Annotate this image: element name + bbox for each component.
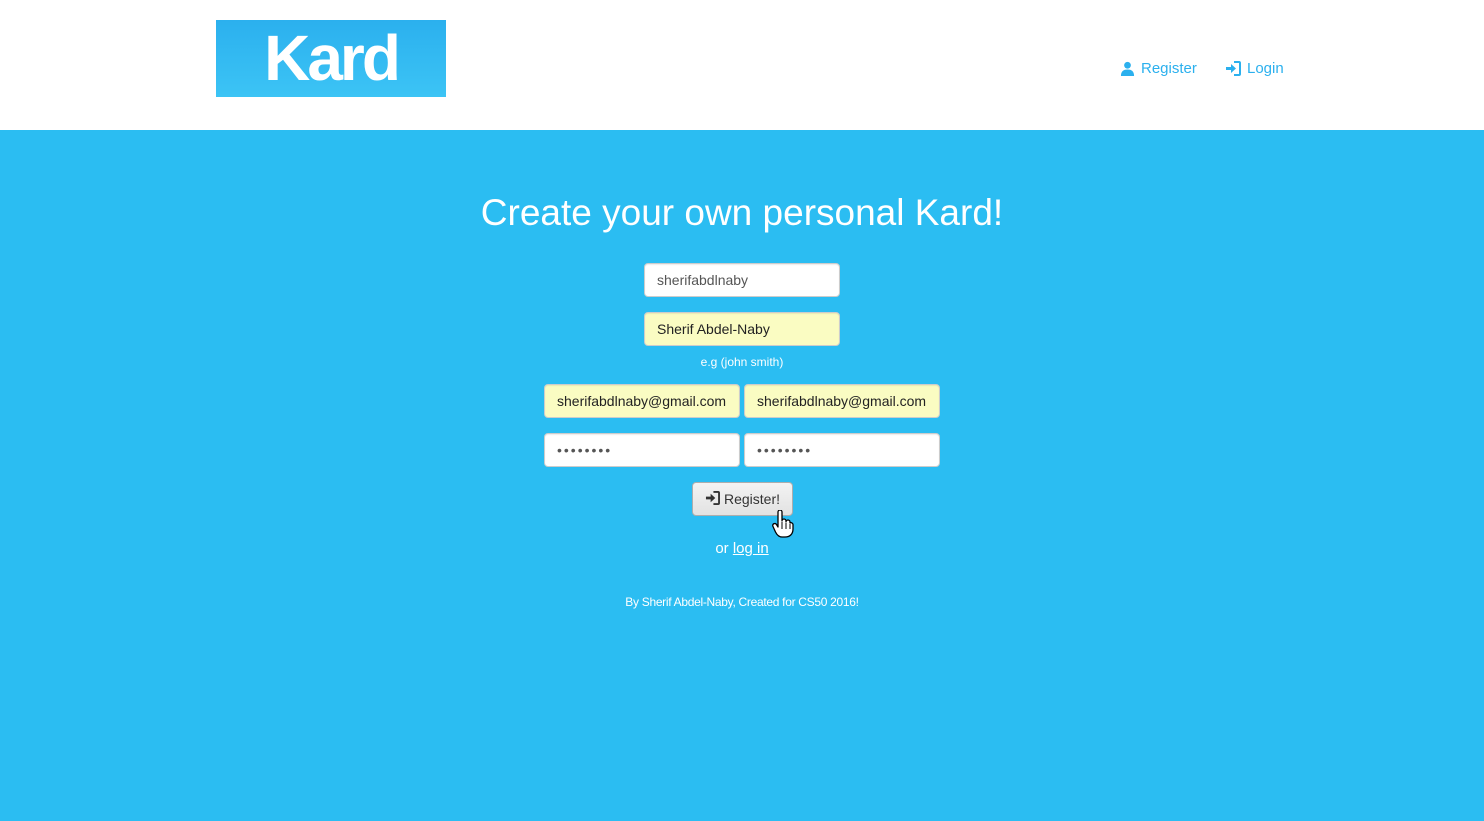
- navbar: Kard Register Login: [0, 0, 1484, 130]
- fullname-hint: e.g (john smith): [700, 355, 784, 369]
- email-input[interactable]: [544, 384, 740, 418]
- nav-login-link[interactable]: Login: [1225, 60, 1284, 77]
- password-input[interactable]: [544, 433, 740, 467]
- alt-prefix: or: [715, 540, 729, 557]
- kard-logo[interactable]: Kard: [216, 20, 446, 97]
- register-button[interactable]: Register!: [692, 482, 793, 516]
- fullname-input[interactable]: [644, 312, 840, 346]
- username-input[interactable]: [644, 263, 840, 297]
- password-confirm-input[interactable]: [744, 433, 940, 467]
- nav-register-link[interactable]: Register: [1120, 60, 1197, 77]
- register-button-label: Register!: [723, 491, 781, 507]
- user-icon: [1120, 61, 1135, 76]
- logo-text: Kard: [264, 21, 401, 94]
- register-section: Create your own personal Kard! e.g (john…: [0, 130, 1484, 821]
- nav-register-label: Register: [1141, 60, 1197, 77]
- page-title: Create your own personal Kard!: [480, 192, 1004, 233]
- nav-login-label: Login: [1247, 60, 1284, 77]
- login-link[interactable]: log in: [733, 540, 769, 557]
- login-icon: [705, 490, 720, 508]
- login-icon: [1225, 61, 1241, 76]
- login-alternative: or log in: [0, 540, 1484, 557]
- email-confirm-input[interactable]: [744, 384, 940, 418]
- footer-text: By Sherif Abdel-Naby, Created for CS50 2…: [625, 595, 859, 609]
